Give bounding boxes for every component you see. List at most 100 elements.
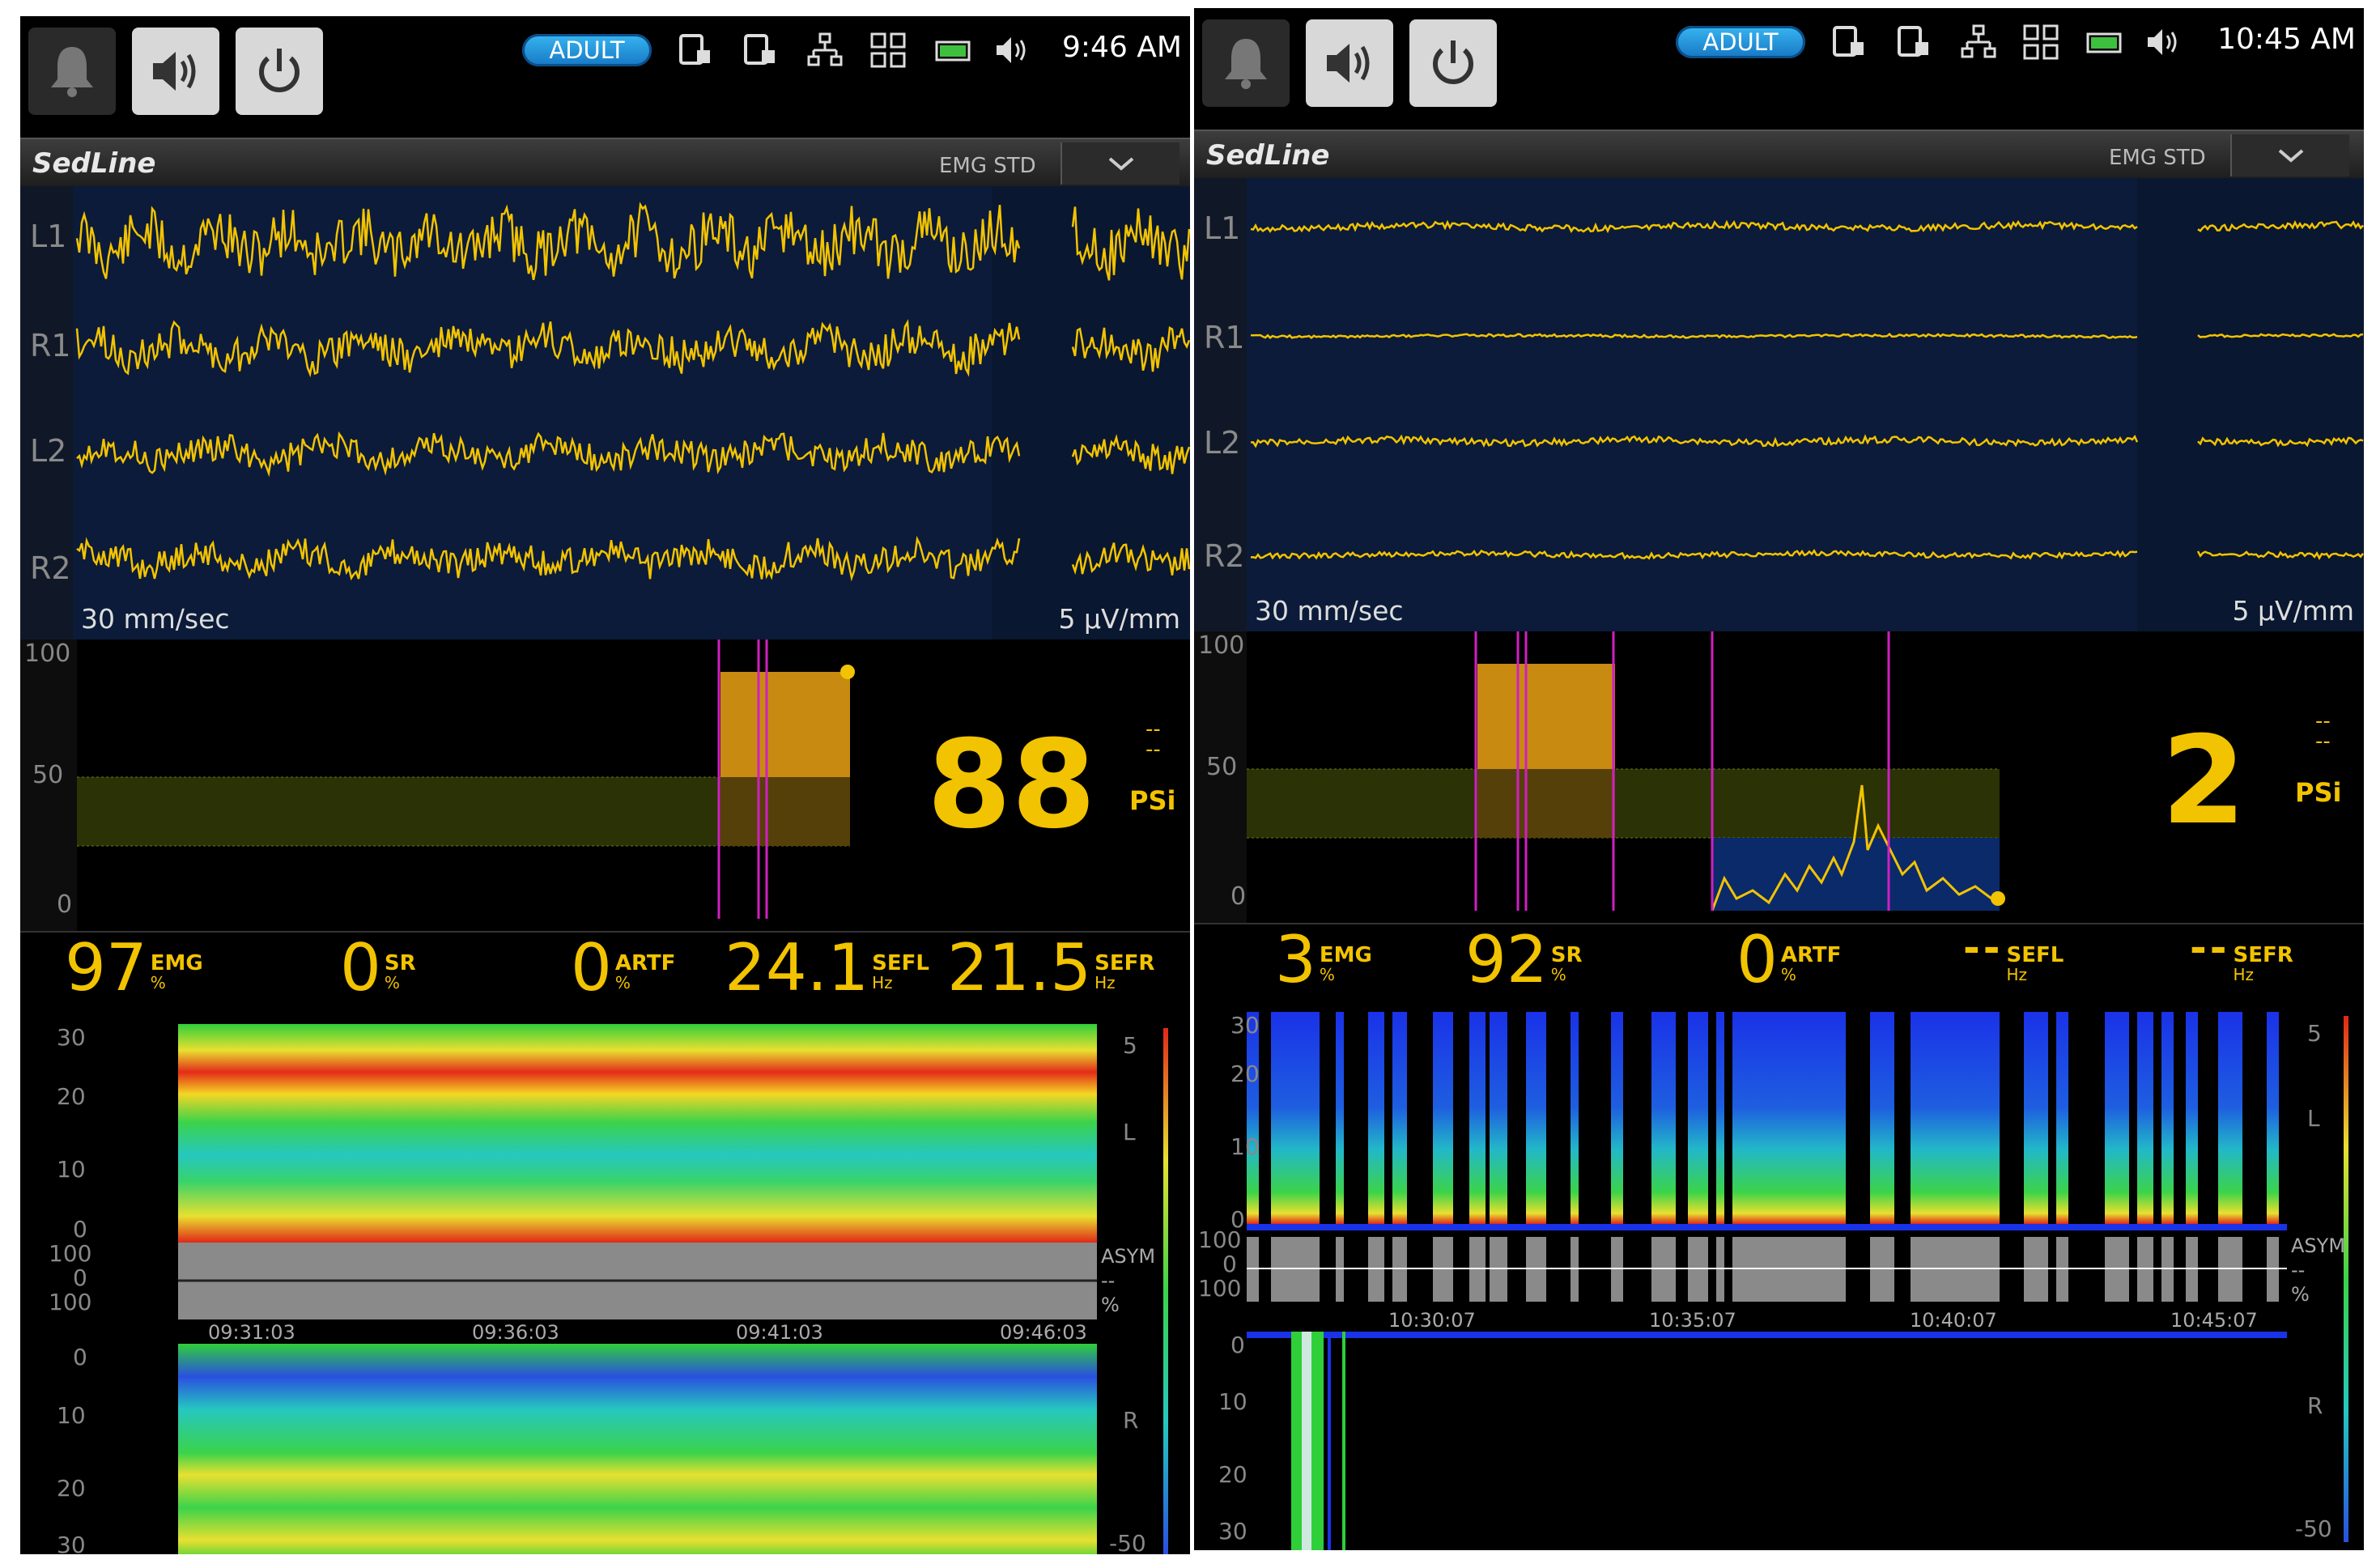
- asymmetry-trend-left: [178, 1243, 1097, 1319]
- power-button[interactable]: [1409, 19, 1497, 107]
- eeg-waveform-area: L1 R1 L2 R2 30 mm/sec 5 µV/mm: [20, 186, 1190, 640]
- power-button[interactable]: [236, 28, 323, 115]
- network-icon[interactable]: [1959, 23, 1998, 62]
- dsa-scale-bottom: -50: [2295, 1515, 2332, 1542]
- dsa-burst-column: [1368, 1012, 1384, 1224]
- emg-mode-label: EMG STD: [2109, 146, 2206, 170]
- dsa-burst-column: [1732, 1012, 1846, 1224]
- eeg-waveform-area: L1 R1 L2 R2 30 mm/sec 5 µV/mm: [1194, 178, 2364, 631]
- layout-grid-icon[interactable]: [2021, 23, 2060, 62]
- dsa-axis-20: 20: [1231, 1060, 1260, 1087]
- param-artf[interactable]: 0 ARTF%: [571, 936, 675, 1001]
- dsa-side-r: R: [1123, 1407, 1139, 1434]
- dsa-burst-column: [2161, 1012, 2174, 1224]
- power-icon: [1433, 40, 1473, 84]
- patient-mode-badge[interactable]: ADULT: [1676, 26, 1805, 58]
- device-export-icon[interactable]: [676, 31, 715, 70]
- dsa-burst-column: [1247, 1012, 1259, 1224]
- channel-label-l1: L1: [30, 219, 67, 254]
- dsa-burst-column: [2137, 1012, 2153, 1224]
- psi-limit-dash: --: [2315, 709, 2331, 733]
- dsa-time-4: 09:46:03: [1000, 1321, 1087, 1344]
- channel-label-r1: R1: [1204, 320, 1245, 355]
- panel-collapse-button[interactable]: [2230, 134, 2349, 176]
- asym-label: ASYM: [2291, 1234, 2346, 1257]
- param-sefl[interactable]: 24.1 SEFL Hz: [725, 936, 929, 1001]
- sedline-panel-header: SedLine EMG STD: [20, 138, 1190, 188]
- dsa-r-axis-10: 10: [57, 1402, 86, 1429]
- param-sefr[interactable]: 21.5 SEFR Hz: [947, 936, 1154, 1001]
- dsa-burst-column: [1611, 1012, 1623, 1224]
- eeg-gain: 5 µV/mm: [2232, 595, 2354, 627]
- asym-dash: --: [2291, 1259, 2306, 1281]
- asym-axis-100-b: 100: [1198, 1275, 1242, 1302]
- asym-label: ASYM: [1101, 1245, 1156, 1268]
- device-export-icon[interactable]: [1830, 23, 1868, 62]
- param-emg[interactable]: 3 EMG%: [1275, 928, 1372, 992]
- battery-icon: [935, 40, 971, 62]
- audio-speaker-icon: [1327, 44, 1370, 83]
- alarm-silence-button[interactable]: [1202, 19, 1290, 107]
- psi-trend-bar: [720, 672, 850, 777]
- volume-icon[interactable]: [992, 31, 1031, 70]
- param-emg[interactable]: 97 EMG%: [65, 936, 203, 1001]
- param-sefl[interactable]: -- SEFL Hz: [1963, 928, 2064, 984]
- channel-label-l2: L2: [30, 433, 67, 469]
- layout-grid-icon[interactable]: [869, 31, 907, 70]
- top-bar: ADULT 9:46 AM: [20, 16, 1190, 130]
- power-icon: [259, 49, 300, 92]
- dsa-burst-column: [1303, 1012, 1320, 1224]
- dsa-burst-column: [2218, 1012, 2242, 1224]
- psi-axis-0: 0: [1231, 882, 1247, 911]
- top-bar: ADULT 10:45 AM: [1194, 8, 2364, 121]
- dsa-axis-0: 0: [73, 1216, 87, 1243]
- monitor-screen-left: ADULT 9:46 AM SedLine EMG STD L1 R1 L2 R…: [20, 16, 1190, 1554]
- param-sr[interactable]: 0 SR%: [340, 936, 416, 1001]
- audio-button[interactable]: [132, 28, 219, 115]
- asym-axis-100-b: 100: [49, 1289, 92, 1315]
- panel-collapse-button[interactable]: [1060, 142, 1179, 185]
- dsa-burst-column: [1571, 1012, 1579, 1224]
- channel-label-r2: R2: [30, 550, 71, 586]
- dsa-burst-column: [1469, 1012, 1486, 1224]
- asymmetry-trend-left: [1247, 1230, 2287, 1307]
- dsa-r-axis-20: 20: [1218, 1461, 1248, 1488]
- audio-button[interactable]: [1306, 19, 1393, 107]
- dsa-burst-column: [2056, 1012, 2068, 1224]
- alarm-bell-icon: [1225, 39, 1267, 89]
- psi-axis-50: 50: [1206, 753, 1238, 781]
- dsa-spectrogram-right-channel: [1247, 1332, 2287, 1550]
- network-icon[interactable]: [805, 31, 844, 70]
- asym-axis-100: 100: [49, 1240, 92, 1267]
- dsa-axis-30: 30: [1231, 1012, 1260, 1039]
- param-artf[interactable]: 0 ARTF%: [1736, 928, 1841, 992]
- dsa-burst-column: [1526, 1012, 1546, 1224]
- channel-label-r2: R2: [1204, 538, 1245, 574]
- dsa-r-axis-30: 30: [1218, 1518, 1248, 1545]
- device-import-icon[interactable]: [1894, 23, 1933, 62]
- dsa-r-axis-20: 20: [57, 1475, 86, 1502]
- dsa-spectrogram-left: [1247, 1012, 2287, 1230]
- asym-axis-0: 0: [73, 1264, 87, 1291]
- alarm-silence-button[interactable]: [28, 28, 116, 115]
- patient-mode-badge[interactable]: ADULT: [522, 34, 652, 66]
- channel-label-r1: R1: [30, 328, 71, 363]
- dsa-time-4: 10:45:07: [2170, 1309, 2258, 1332]
- parameter-row: 3 EMG% 92 SR% 0 ARTF% -- SEFL Hz -- SEFR Hz: [1194, 923, 2364, 1013]
- dsa-time-1: 09:31:03: [208, 1321, 295, 1344]
- psi-limit-dash-2: --: [1145, 737, 1161, 762]
- audio-speaker-icon: [153, 52, 196, 91]
- dsa-r-axis-0: 0: [73, 1344, 87, 1370]
- param-sr[interactable]: 92 SR%: [1465, 928, 1583, 992]
- device-import-icon[interactable]: [741, 31, 780, 70]
- volume-icon[interactable]: [2143, 23, 2182, 62]
- dsa-side-l: L: [2307, 1105, 2320, 1132]
- asym-unit: %: [2291, 1283, 2310, 1306]
- dsa-burst-column: [1490, 1012, 1507, 1224]
- param-sefr[interactable]: -- SEFR Hz: [2190, 928, 2293, 984]
- dsa-burst-column: [1392, 1012, 1407, 1224]
- psi-trend-area: 100 50 0 88 -- -- PSi: [20, 640, 1190, 931]
- sweep-speed: 30 mm/sec: [81, 603, 230, 635]
- dsa-axis-10: 10: [57, 1156, 86, 1183]
- dsa-side-r: R: [2307, 1392, 2323, 1419]
